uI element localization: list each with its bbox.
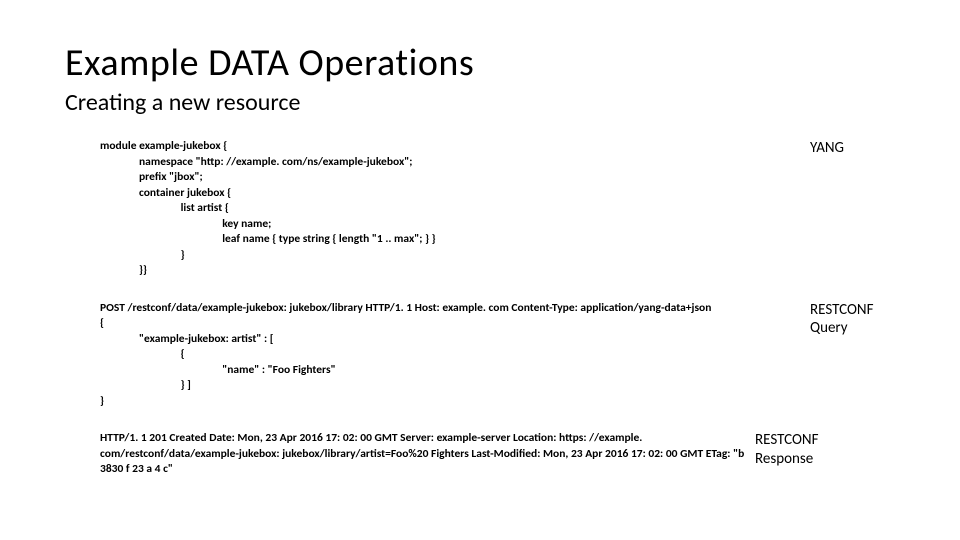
yang-section: module example-jukebox { namespace "http… (65, 139, 895, 279)
yang-code: module example-jukebox { namespace "http… (65, 139, 800, 279)
query-section: POST /restconf/data/example-jukebox: juk… (65, 301, 895, 410)
response-code: HTTP/1. 1 201 Created Date: Mon, 23 Apr … (65, 431, 745, 478)
slide-title: Example DATA Operations (65, 40, 895, 86)
yang-label: YANG (800, 139, 895, 158)
query-label: RESTCONF Query (800, 301, 895, 339)
query-code: POST /restconf/data/example-jukebox: juk… (65, 301, 800, 410)
slide-subtitle: Creating a new resource (65, 88, 895, 117)
response-section: HTTP/1. 1 201 Created Date: Mon, 23 Apr … (65, 431, 895, 478)
response-label: RESTCONF Response (745, 431, 840, 469)
